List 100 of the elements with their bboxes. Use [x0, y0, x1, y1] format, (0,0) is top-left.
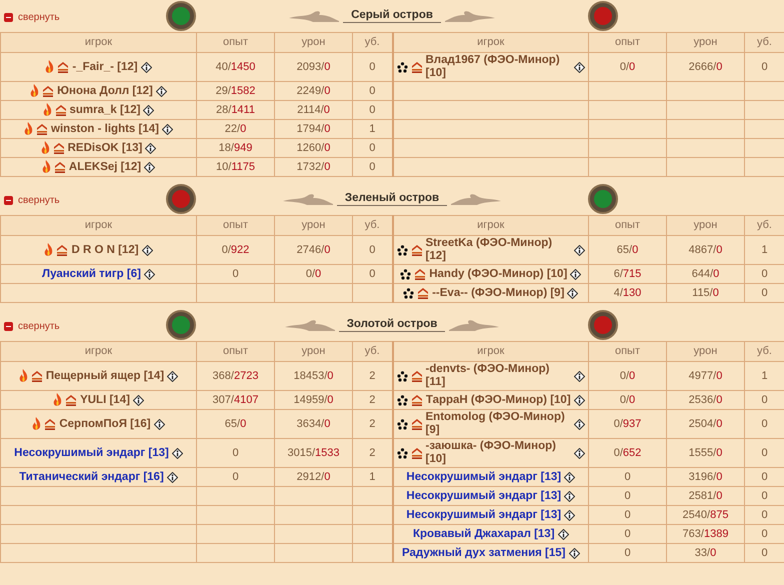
info-icon[interactable] — [574, 244, 585, 256]
rank-chevron-icon — [57, 61, 70, 73]
flag-emblem-icon — [166, 310, 196, 340]
table-cell: 4867/0 — [666, 236, 744, 264]
rank-chevron-icon — [56, 244, 68, 256]
table-cell: 2581/0 — [666, 486, 744, 506]
info-icon[interactable] — [564, 490, 576, 502]
column-header: игрок — [0, 216, 196, 236]
rank-chevron-icon — [54, 104, 67, 116]
table-cell: 4977/0 — [666, 362, 744, 390]
table-cell: 2536/0 — [666, 390, 744, 410]
rank-chevron-icon — [30, 370, 43, 382]
table-cell: 2746/0 — [274, 236, 352, 264]
table-cell: 644/0 — [666, 264, 744, 284]
rank-chevron-icon — [410, 244, 422, 256]
column-header: опыт — [196, 216, 274, 236]
table-cell: 29/1582 — [196, 82, 274, 100]
ornament-icon — [444, 9, 495, 23]
table-cell: 1794/0 — [274, 120, 352, 138]
player-name[interactable]: YULI [14] — [80, 394, 130, 406]
rank-chevron-icon — [42, 85, 54, 97]
table-cell: 1732/0 — [274, 158, 352, 176]
info-icon[interactable] — [154, 418, 165, 430]
section-title: Золотой остров — [338, 318, 446, 332]
table-cell: 763/1389 — [666, 524, 744, 544]
table-cell: 0 — [588, 468, 666, 486]
table-cell: 1260/0 — [274, 138, 352, 158]
collapse-link[interactable]: свернуть — [0, 195, 166, 206]
column-header: игрок — [0, 342, 196, 362]
rank-chevron-icon — [54, 161, 66, 173]
rank-chevron-icon — [410, 370, 422, 382]
info-icon[interactable] — [574, 62, 585, 72]
flame-icon — [32, 417, 42, 431]
column-header: игрок — [0, 32, 196, 52]
stars-icon — [396, 244, 408, 256]
ornament-icon — [451, 192, 502, 206]
table-cell: 0/0 — [588, 52, 666, 82]
rank-chevron-icon — [410, 447, 422, 459]
section-title: Серый остров — [343, 9, 441, 23]
stars-icon — [396, 62, 408, 72]
info-icon[interactable] — [144, 162, 156, 172]
rank-chevron-icon — [410, 61, 422, 73]
info-icon[interactable] — [564, 472, 576, 482]
info-icon[interactable] — [558, 528, 569, 540]
column-header: опыт — [588, 216, 666, 236]
table-cell: 2093/0 — [274, 52, 352, 82]
table-cell: 3634/0 — [274, 410, 352, 438]
player-name[interactable]: D R O N [12] — [71, 244, 139, 256]
table-cell: 10/1175 — [196, 158, 274, 176]
rank-chevron-icon — [52, 142, 65, 154]
flame-icon — [45, 60, 54, 74]
info-icon[interactable] — [574, 394, 585, 406]
rank-chevron-icon — [417, 287, 430, 299]
column-header: урон — [274, 342, 352, 362]
info-icon[interactable] — [570, 268, 582, 280]
info-icon[interactable] — [564, 510, 576, 520]
collapse-link[interactable]: свернуть — [0, 321, 166, 332]
column-header: уб. — [352, 342, 392, 362]
table-cell: 22/0 — [196, 120, 274, 138]
table-cell: 1555/0 — [666, 438, 744, 468]
ornament-icon — [284, 318, 335, 332]
info-icon[interactable] — [142, 244, 153, 256]
column-header: уб. — [352, 32, 392, 52]
info-icon[interactable] — [574, 370, 585, 382]
ornament-icon — [282, 192, 333, 206]
table-cell: 33/0 — [666, 544, 744, 562]
flag-emblem-icon — [166, 184, 196, 214]
collapse-link[interactable]: свернуть — [0, 12, 166, 23]
stars-icon — [396, 448, 408, 458]
flag-emblem-icon — [588, 184, 618, 214]
info-icon[interactable] — [568, 548, 580, 558]
table-cell: 6/715 — [588, 264, 666, 284]
info-icon[interactable] — [167, 370, 178, 382]
column-header: уб. — [744, 32, 784, 52]
ornament-icon — [289, 9, 340, 23]
info-icon[interactable] — [145, 142, 156, 154]
info-icon[interactable] — [574, 418, 585, 430]
info-icon[interactable] — [132, 394, 144, 406]
info-icon[interactable] — [162, 124, 173, 134]
info-icon[interactable] — [172, 448, 183, 458]
info-icon[interactable] — [574, 448, 585, 458]
info-icon[interactable] — [143, 104, 154, 116]
table-cell: 0 — [588, 486, 666, 506]
info-icon[interactable] — [567, 288, 578, 298]
table-cell: 2504/0 — [666, 410, 744, 438]
column-header: уб. — [744, 342, 784, 362]
table-cell: 2114/0 — [274, 100, 352, 120]
player-name[interactable]: -_Fair_- [12] — [72, 60, 138, 74]
table-cell: 65/0 — [196, 410, 274, 438]
info-icon[interactable] — [166, 472, 178, 482]
flag-emblem-icon — [588, 310, 618, 340]
table-cell: 14959/0 — [274, 390, 352, 410]
info-icon[interactable] — [140, 62, 152, 72]
info-icon[interactable] — [156, 86, 167, 96]
column-header: уб. — [744, 216, 784, 236]
table-cell: 0 — [196, 264, 274, 284]
stars-icon — [400, 268, 412, 280]
table-cell: 0 — [588, 506, 666, 524]
table-cell: 0 — [196, 438, 274, 468]
info-icon[interactable] — [144, 268, 155, 280]
